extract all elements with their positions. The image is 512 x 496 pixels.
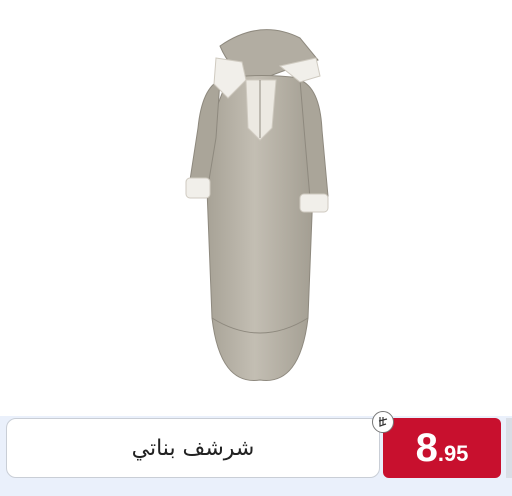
product-image: [185, 29, 329, 381]
price-decimal: .95: [437, 441, 469, 466]
product-name: شرشف بناتي: [131, 435, 255, 461]
riyal-symbol-icon: [372, 411, 394, 433]
product-card[interactable]: شرشف بناتي 8 .95: [0, 0, 512, 496]
price-integer: 8: [415, 426, 438, 470]
next-card-edge: [506, 418, 512, 478]
price-tag: 8 .95: [383, 418, 501, 478]
product-name-box: شرشف بناتي: [6, 418, 380, 478]
